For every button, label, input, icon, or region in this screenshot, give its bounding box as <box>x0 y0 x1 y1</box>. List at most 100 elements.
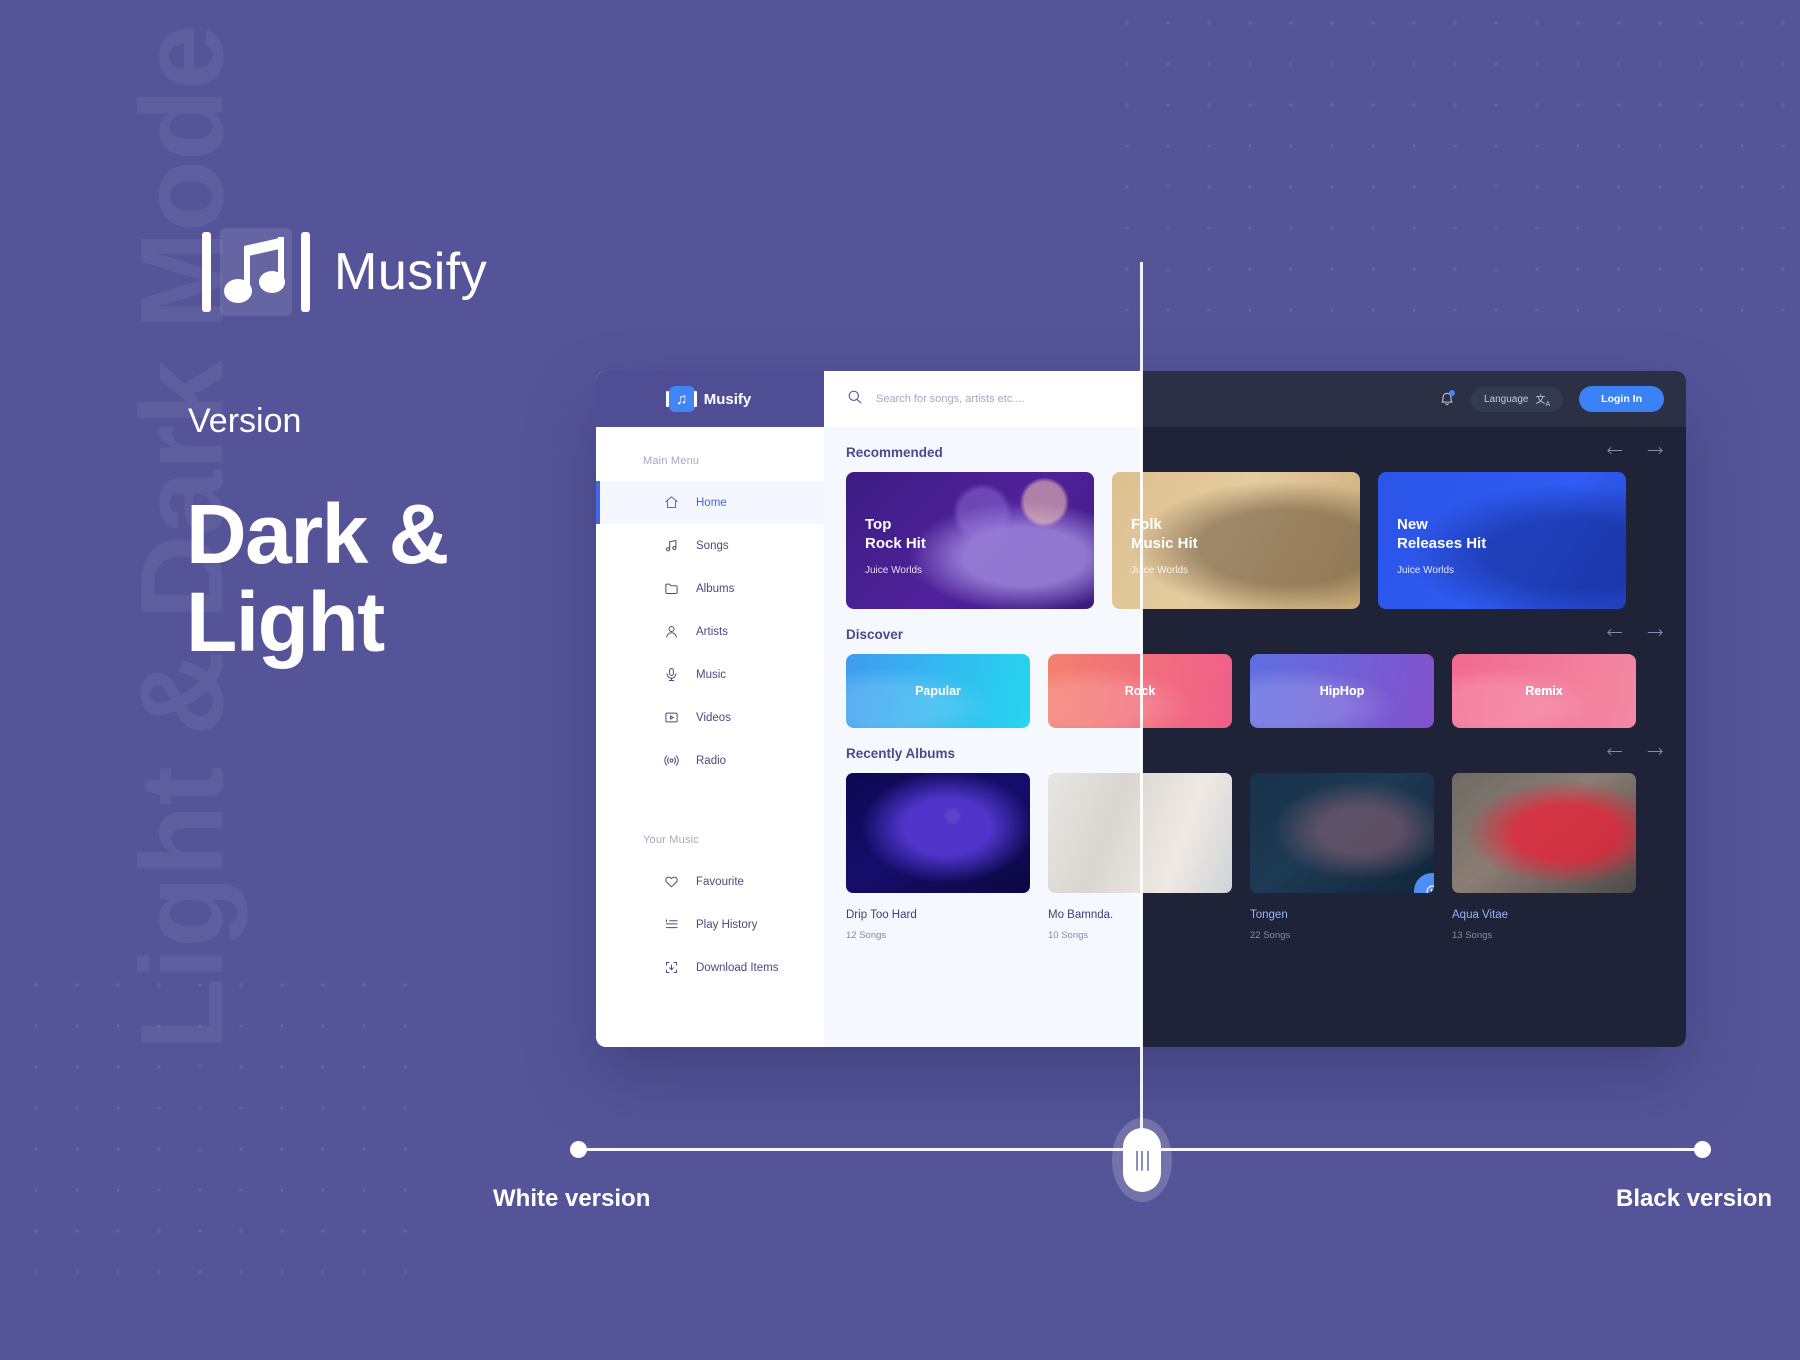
section-nav-arrows <box>1606 443 1664 461</box>
translate-icon: 文A <box>1535 394 1551 408</box>
album-card[interactable]: Aqua Vitae 13 Songs <box>1452 773 1636 941</box>
sidebar-item-albums[interactable]: Albums <box>596 567 824 610</box>
slider-endpoint-left[interactable] <box>570 1141 587 1158</box>
sidebar-item-songs[interactable]: Songs <box>596 524 824 567</box>
drag-handle-icon <box>1141 1149 1143 1171</box>
version-kicker: Version <box>188 402 302 440</box>
section-nav-arrows <box>1606 744 1664 762</box>
recommended-card[interactable]: New Releases Hit Juice Worlds <box>1378 472 1626 609</box>
headline-line-2: Light <box>186 575 385 670</box>
sidebar-item-label: Music <box>696 668 727 681</box>
language-label: Language <box>1484 393 1529 405</box>
sidebar-group-main-menu: Main Menu <box>643 455 700 467</box>
sidebar-item-label: Download Items <box>696 961 779 974</box>
arrow-right-icon[interactable] <box>1647 625 1664 643</box>
theme-split-line <box>1140 262 1143 1146</box>
album-song-count: 22 Songs <box>1250 930 1291 941</box>
home-icon <box>664 495 679 510</box>
sidebar-group-your-music: Your Music <box>643 834 700 846</box>
notification-dot <box>1449 390 1455 396</box>
slider-label-black: Black version <box>1616 1185 1773 1212</box>
arrow-left-icon[interactable] <box>1606 443 1623 461</box>
sidebar-item-label: Albums <box>696 582 735 595</box>
section-nav-arrows <box>1606 625 1664 643</box>
top-bar-actions: Language 文A Login In <box>1439 386 1664 412</box>
sidebar-item-artists[interactable]: Artists <box>596 610 824 653</box>
sidebar-item-label: Artists <box>696 625 728 638</box>
section-title: Recently Albums <box>846 745 956 761</box>
album-card[interactable]: Drip Too Hard 12 Songs <box>846 773 1030 941</box>
album-artwork <box>1452 773 1636 893</box>
dot-grid-bottom-left <box>0 980 420 1310</box>
theme-split-handle[interactable] <box>1123 1128 1161 1192</box>
sidebar-item-label: Videos <box>696 711 731 724</box>
drag-handle-icon <box>1146 1149 1149 1171</box>
card-title-line-1: Top <box>865 516 892 533</box>
card-title-line-1: New <box>1397 516 1428 533</box>
card-title-line-2: Releases Hit <box>1397 534 1487 552</box>
sidebar-item-label: Songs <box>696 539 729 552</box>
recommended-card[interactable]: Folk Music Hit Juice Worlds <box>1142 472 1360 609</box>
section-title: Discover <box>846 626 904 642</box>
sidebar-item-play history[interactable]: Play History <box>596 903 824 946</box>
discover-chip[interactable]: Papular <box>846 654 1030 728</box>
sidebar-item-download items[interactable]: Download Items <box>596 946 824 989</box>
album-song-count: 12 Songs <box>846 930 887 941</box>
sidebar-item-favourite[interactable]: Favourite <box>596 860 824 903</box>
sidebar-item-radio[interactable]: Radio <box>596 739 824 782</box>
sidebar-item-label: Home <box>696 496 727 509</box>
sidebar: ♫ Musify Main Menu Home Songs Albums Art… <box>596 371 824 1047</box>
sidebar-logo: ♫ Musify <box>596 371 824 427</box>
sidebar-item-music[interactable]: Music <box>596 653 824 696</box>
login-button[interactable]: Login In <box>1579 386 1664 412</box>
album-card[interactable]: Tongen 22 Songs <box>1250 773 1434 941</box>
section-title: Recommended <box>846 444 943 460</box>
arrow-left-icon[interactable] <box>1606 744 1623 762</box>
card-title-line-2: Rock Hit <box>865 534 926 552</box>
discover-chip-label: Rock <box>1124 684 1156 698</box>
album-name: Tongen <box>1250 909 1288 921</box>
sidebar-item-label: Radio <box>696 754 727 767</box>
language-button[interactable]: Language 文A <box>1471 386 1564 412</box>
play-button[interactable] <box>1414 873 1434 893</box>
search-icon <box>846 388 863 410</box>
recommended-card[interactable]: Top Rock Hit Juice Worlds <box>846 472 1094 609</box>
card-subtitle: Juice Worlds <box>865 564 923 576</box>
album-artwork <box>846 773 1030 893</box>
musify-logo-icon <box>202 228 310 316</box>
heart-icon <box>664 874 679 889</box>
sidebar-item-label: Favourite <box>696 875 744 888</box>
music-note-icon <box>664 538 679 553</box>
sidebar-item-videos[interactable]: Videos <box>596 696 824 739</box>
headline-line-1: Dark & <box>186 487 449 581</box>
dot-grid-top-right <box>1122 18 1800 348</box>
slider-track[interactable] <box>578 1148 1702 1151</box>
arrow-left-icon[interactable] <box>1606 625 1623 643</box>
sidebar-item-home[interactable]: Home <box>596 481 824 524</box>
list-icon <box>664 917 679 932</box>
radio-icon <box>664 753 679 768</box>
album-name: Aqua Vitae <box>1452 909 1509 921</box>
brand-lockup: Musify <box>202 228 487 316</box>
page-title: Dark & Light <box>186 487 449 670</box>
slider-endpoint-right[interactable] <box>1694 1141 1711 1158</box>
musify-logo-icon: ♫ <box>668 386 695 412</box>
drag-handle-icon <box>1135 1149 1138 1171</box>
brand-name: Musify <box>334 243 488 301</box>
bell-icon[interactable] <box>1439 390 1455 408</box>
arrow-right-icon[interactable] <box>1647 443 1664 461</box>
arrow-right-icon[interactable] <box>1647 744 1664 762</box>
card-subtitle: Juice Worlds <box>1397 564 1455 576</box>
sidebar-nav: Main Menu Home Songs Albums Artists Musi… <box>596 427 824 1047</box>
video-icon <box>664 710 679 725</box>
discover-chip-label: HipHop <box>1319 684 1365 698</box>
folder-icon <box>664 581 679 596</box>
microphone-icon <box>664 667 679 682</box>
sidebar-item-label: Play History <box>696 918 758 931</box>
album-name: Drip Too Hard <box>846 909 917 921</box>
discover-chip-label: Papular <box>915 684 961 698</box>
slider-label-white: White version <box>493 1185 651 1212</box>
discover-chip-label: Remix <box>1525 684 1563 698</box>
user-icon <box>664 624 679 639</box>
album-song-count: 13 Songs <box>1452 930 1493 941</box>
